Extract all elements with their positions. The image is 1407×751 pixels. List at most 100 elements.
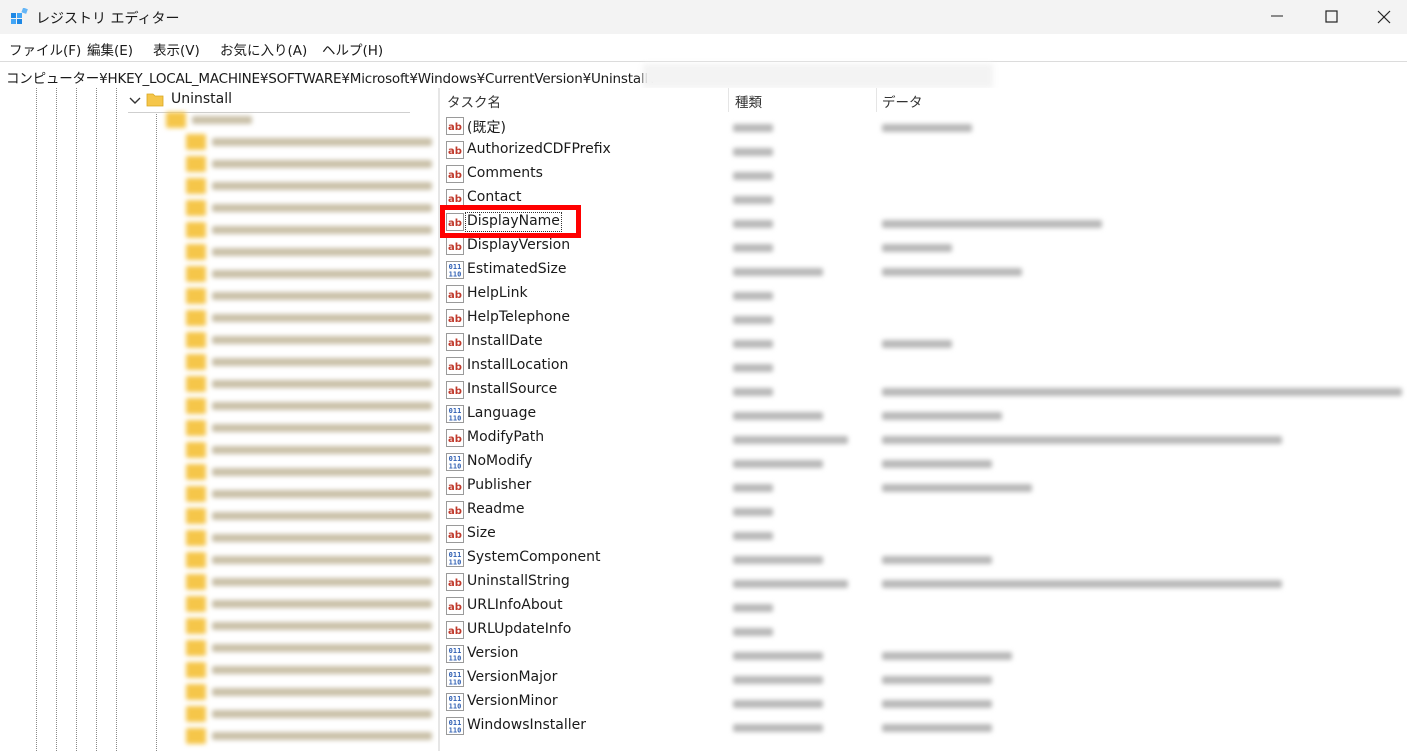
value-row[interactable]: 011 110 SystemComponent	[440, 546, 1407, 570]
value-data-redacted	[882, 724, 992, 732]
values-list[interactable]: タスク名 種類 データ ab (既定) ab AuthorizedCDFPrefix a…	[440, 88, 1407, 751]
string-value-icon: ab	[446, 621, 464, 639]
value-type-redacted	[733, 124, 773, 132]
value-row[interactable]: 011 110 VersionMinor	[440, 690, 1407, 714]
value-row[interactable]: ab InstallDate	[440, 330, 1407, 354]
value-data-redacted	[882, 436, 1282, 444]
binary-value-icon: 011110	[446, 405, 464, 423]
string-value-icon: ab	[446, 429, 464, 447]
svg-text:ab: ab	[448, 314, 462, 325]
value-row[interactable]: ab Readme	[440, 498, 1407, 522]
value-data-redacted	[882, 268, 1022, 276]
value-type-redacted	[733, 196, 773, 204]
binary-value-icon: 011110	[446, 549, 464, 567]
address-redacted	[643, 64, 993, 88]
column-header-name[interactable]: タスク名	[447, 91, 501, 111]
value-row[interactable]: ab Size	[440, 522, 1407, 546]
address-path[interactable]: コンピューター¥HKEY_LOCAL_MACHINE¥SOFTWARE¥Micr…	[6, 67, 657, 87]
minimize-button[interactable]	[1250, 0, 1304, 34]
svg-text:ab: ab	[448, 434, 462, 445]
menu-view[interactable]: 表示(V)	[153, 39, 200, 59]
value-row[interactable]: 011 110 WindowsInstaller	[440, 714, 1407, 738]
value-row[interactable]: ab DisplayName	[440, 210, 1407, 234]
value-row[interactable]: ab Publisher	[440, 474, 1407, 498]
value-type-redacted	[733, 220, 773, 228]
svg-text:ab: ab	[448, 482, 462, 493]
svg-text:ab: ab	[448, 122, 462, 133]
string-value-icon: ab	[446, 285, 464, 303]
value-type-redacted	[733, 316, 773, 324]
string-value-icon: ab	[446, 309, 464, 327]
tree-pane[interactable]: Uninstall	[0, 88, 438, 751]
value-row[interactable]: ab UninstallString	[440, 570, 1407, 594]
tree-guide-line	[76, 88, 77, 751]
value-row[interactable]: ab URLUpdateInfo	[440, 618, 1407, 642]
value-row[interactable]: ab HelpLink	[440, 282, 1407, 306]
string-value-icon: ab	[446, 501, 464, 519]
menu-favorites[interactable]: お気に入り(A)	[220, 39, 307, 59]
svg-text:ab: ab	[448, 338, 462, 349]
value-name: Size	[467, 525, 496, 541]
value-row[interactable]: ab ModifyPath	[440, 426, 1407, 450]
svg-text:110: 110	[449, 415, 462, 423]
value-name: HelpTelephone	[467, 309, 571, 325]
string-value-icon: ab	[446, 141, 464, 159]
value-data-redacted	[882, 460, 992, 468]
value-row[interactable]: 011 110 Language	[440, 402, 1407, 426]
string-value-icon: ab	[446, 165, 464, 183]
menu-file[interactable]: ファイル(F)	[9, 39, 81, 59]
close-button[interactable]	[1358, 0, 1407, 34]
value-row[interactable]: ab DisplayVersion	[440, 234, 1407, 258]
column-separator[interactable]	[728, 88, 729, 112]
value-row[interactable]: ab Contact	[440, 186, 1407, 210]
value-row[interactable]: 011 110 EstimatedSize	[440, 258, 1407, 282]
value-row[interactable]: ab Comments	[440, 162, 1407, 186]
column-separator[interactable]	[876, 88, 877, 112]
value-row[interactable]: 011 110 Version	[440, 642, 1407, 666]
column-header-data[interactable]: データ	[882, 91, 923, 111]
value-row[interactable]: ab InstallLocation	[440, 354, 1407, 378]
menu-edit[interactable]: 編集(E)	[87, 39, 133, 59]
value-name: AuthorizedCDFPrefix	[467, 141, 611, 157]
svg-text:ab: ab	[448, 602, 462, 613]
value-name: InstallDate	[467, 333, 543, 349]
value-name: Comments	[467, 165, 543, 181]
value-data-redacted	[882, 484, 1032, 492]
value-row[interactable]: 011 110 VersionMajor	[440, 666, 1407, 690]
value-type-redacted	[733, 388, 773, 396]
menu-help[interactable]: ヘルプ(H)	[322, 39, 383, 59]
value-name: Contact	[467, 189, 522, 205]
svg-text:110: 110	[449, 559, 462, 567]
value-name: VersionMinor	[467, 693, 558, 709]
registry-editor-icon	[11, 8, 28, 24]
string-value-icon: ab	[446, 477, 464, 495]
binary-value-icon: 011110	[446, 669, 464, 687]
value-row[interactable]: ab InstallSource	[440, 378, 1407, 402]
value-type-redacted	[733, 580, 848, 588]
string-value-icon: ab	[446, 333, 464, 351]
tree-item-uninstall[interactable]: Uninstall	[128, 88, 410, 113]
value-name: NoModify	[467, 453, 533, 469]
svg-text:110: 110	[449, 655, 462, 663]
string-value-icon: ab	[446, 597, 464, 615]
value-row[interactable]: ab (既定)	[440, 114, 1407, 138]
column-header-type[interactable]: 種類	[735, 91, 762, 111]
value-name: InstallSource	[467, 381, 558, 397]
value-name: InstallLocation	[467, 357, 569, 373]
menu-bar: ファイル(F) 編集(E) 表示(V) お気に入り(A) ヘルプ(H)	[0, 36, 1407, 60]
value-name: DisplayVersion	[467, 237, 571, 253]
maximize-button[interactable]	[1304, 0, 1358, 34]
binary-value-icon: 011110	[446, 261, 464, 279]
maximize-icon	[1325, 10, 1338, 23]
address-bar[interactable]: コンピューター¥HKEY_LOCAL_MACHINE¥SOFTWARE¥Micr…	[0, 61, 1407, 89]
value-row[interactable]: 011 110 NoModify	[440, 450, 1407, 474]
chevron-down-icon[interactable]	[128, 93, 142, 107]
svg-text:ab: ab	[448, 626, 462, 637]
value-row[interactable]: ab HelpTelephone	[440, 306, 1407, 330]
svg-text:ab: ab	[448, 362, 462, 373]
value-row[interactable]: ab AuthorizedCDFPrefix	[440, 138, 1407, 162]
svg-text:ab: ab	[448, 506, 462, 517]
svg-text:110: 110	[449, 271, 462, 279]
svg-text:110: 110	[449, 727, 462, 735]
value-row[interactable]: ab URLInfoAbout	[440, 594, 1407, 618]
